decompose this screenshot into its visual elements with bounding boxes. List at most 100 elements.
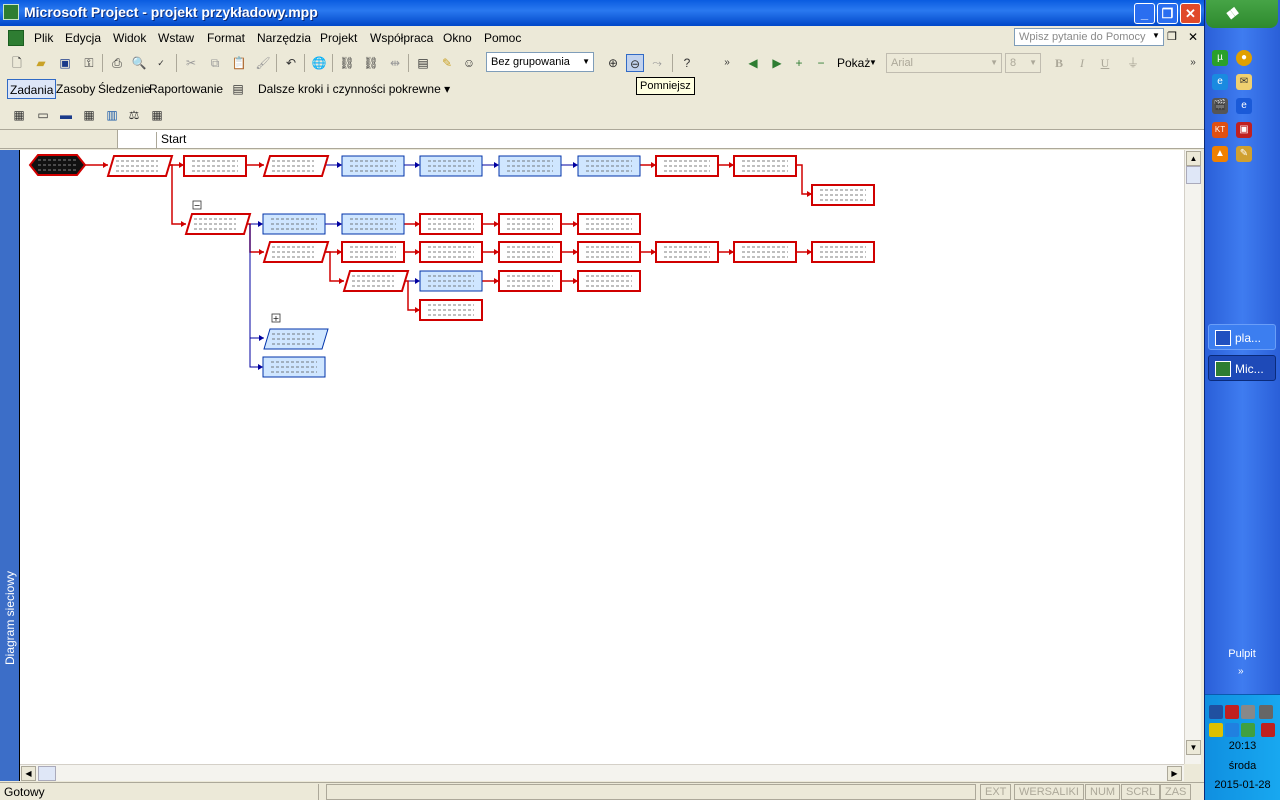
network-diagram-canvas[interactable]: − + <box>20 150 1184 764</box>
bold-button[interactable]: B <box>1050 54 1068 72</box>
open-icon[interactable]: ▰ <box>32 54 50 72</box>
save-icon[interactable]: ▣ <box>56 54 74 72</box>
cut-icon[interactable]: ✂ <box>182 54 200 72</box>
backup-icon[interactable]: ▣ <box>1236 122 1252 138</box>
vertical-scrollbar[interactable]: ▲ ▼ <box>1184 150 1201 764</box>
help-icon[interactable]: ? <box>678 54 696 72</box>
grouping-select[interactable]: Bez grupowania ▼ <box>486 52 594 72</box>
assign-resources-icon[interactable]: ☺ <box>460 54 478 72</box>
chrome-icon[interactable]: ● <box>1236 50 1252 66</box>
task-notes-icon[interactable]: ✎ <box>438 54 456 72</box>
speaker-icon[interactable] <box>1241 705 1255 719</box>
hide-subtasks-icon[interactable]: − <box>812 54 830 72</box>
clock-time[interactable]: 20:13 <box>1205 740 1280 752</box>
vertical-scroll-thumb[interactable] <box>1186 166 1201 184</box>
menu-okno[interactable]: Okno <box>443 31 472 45</box>
show-button[interactable]: Pokaż <box>837 56 870 70</box>
menu-projekt[interactable]: Projekt <box>320 31 357 45</box>
toolbar-overflow-icon-2[interactable]: » <box>1184 54 1202 72</box>
start-button[interactable]: ❖ <box>1206 0 1278 28</box>
menu-plik[interactable]: Plik <box>34 31 53 45</box>
tool-icon[interactable]: ✎ <box>1236 146 1252 162</box>
menu-wstaw[interactable]: Wstaw <box>158 31 194 45</box>
print-preview-icon[interactable]: 🔍 <box>130 54 148 72</box>
chevron-down-icon[interactable]: » <box>1238 666 1244 677</box>
scroll-left-icon[interactable]: ◀ <box>21 766 36 781</box>
minimize-button[interactable]: _ <box>1134 3 1155 24</box>
hide-fields-icon[interactable]: ▦ <box>80 106 98 124</box>
close-button[interactable]: ✕ <box>1180 3 1201 24</box>
clock-day[interactable]: środa <box>1205 760 1280 772</box>
new-icon[interactable]: 🗋 <box>8 54 26 72</box>
layout-icon[interactable]: ▬ <box>57 106 75 124</box>
clock-date[interactable]: 2015-01-28 <box>1205 779 1280 791</box>
filter-icon[interactable]: ⏚ <box>1124 54 1142 72</box>
usb-icon[interactable] <box>1259 705 1273 719</box>
paste-icon[interactable]: 📋 <box>230 54 248 72</box>
menu-pomoc[interactable]: Pomoc <box>484 31 521 45</box>
menu-format[interactable]: Format <box>207 31 245 45</box>
project-app-icon[interactable] <box>3 4 19 20</box>
underline-button[interactable]: U <box>1096 54 1114 72</box>
tab-zadania[interactable]: Zadania <box>7 79 57 99</box>
help-search-input[interactable]: Wpisz pytanie do Pomocy <box>1014 28 1164 46</box>
horizontal-scroll-thumb[interactable] <box>38 766 56 781</box>
horizontal-scrollbar[interactable]: ◀ ▶ <box>20 764 1184 781</box>
menu-widok[interactable]: Widok <box>113 31 146 45</box>
unlink-tasks-icon[interactable]: ⛓ <box>362 54 380 72</box>
show-dropdown-icon[interactable]: ▼ <box>869 58 877 67</box>
kt-icon[interactable]: KT <box>1212 122 1228 138</box>
taskbar-task-project[interactable]: Mic... <box>1208 355 1276 381</box>
zoom-out-icon[interactable]: ⊖ <box>626 54 644 72</box>
movie-maker-icon[interactable]: 🎬 <box>1212 98 1228 114</box>
outdent-icon[interactable]: ◀ <box>744 54 762 72</box>
menu-narzedzia[interactable]: Narzędzia <box>257 31 311 45</box>
document-icon[interactable] <box>8 30 24 46</box>
permission-icon[interactable]: ⚿ <box>80 54 98 72</box>
outlook-express-icon[interactable]: ✉ <box>1236 74 1252 90</box>
table-icon[interactable]: ▦ <box>148 106 166 124</box>
network-error-icon[interactable] <box>1225 705 1239 719</box>
goto-task-icon[interactable]: ⤳ <box>648 54 666 72</box>
entry-bar-input[interactable]: Start <box>156 132 186 148</box>
network-icon[interactable] <box>1209 705 1223 719</box>
link-labels-icon[interactable]: ▥ <box>103 106 121 124</box>
desktop-button[interactable]: Pulpit <box>1208 648 1276 664</box>
restore-button[interactable]: ❐ <box>1157 3 1178 24</box>
show-subtasks-icon[interactable]: + <box>790 54 808 72</box>
ie-icon[interactable]: e <box>1212 74 1228 90</box>
undo-icon[interactable]: ↶ <box>282 54 300 72</box>
update-icon[interactable] <box>1241 723 1255 737</box>
box-styles-icon[interactable]: ▭ <box>34 106 52 124</box>
view-bar[interactable]: Diagram sieciowy <box>0 150 20 781</box>
tab-raportowanie[interactable]: Raportowanie <box>147 79 225 99</box>
print-icon[interactable]: ⎙ <box>108 54 126 72</box>
taskbar-task-word[interactable]: pla... <box>1208 324 1276 350</box>
security-icon[interactable] <box>1209 723 1223 737</box>
copy-icon[interactable]: ⧉ <box>206 54 224 72</box>
doc-close-icon[interactable]: ✕ <box>1188 30 1198 44</box>
vlc-icon[interactable]: ▲ <box>1212 146 1228 162</box>
menu-wspolpraca[interactable]: Współpraca <box>370 31 433 45</box>
next-steps-dropdown[interactable]: Dalsze kroki i czynności pokrewne ▾ <box>256 79 452 99</box>
zoom-in-icon[interactable]: ⊕ <box>604 54 622 72</box>
italic-button[interactable]: I <box>1073 54 1091 72</box>
spelling-icon[interactable]: ✓ <box>152 54 170 72</box>
alert-icon[interactable] <box>1261 723 1275 737</box>
tab-sledzenie[interactable]: Śledzenie <box>96 79 153 99</box>
indent-icon[interactable]: ▶ <box>768 54 786 72</box>
help-dropdown-icon[interactable]: ▼ <box>1152 31 1160 40</box>
font-size-select[interactable]: 8 ▼ <box>1005 53 1041 73</box>
scroll-up-icon[interactable]: ▲ <box>1186 151 1201 166</box>
ie-2-icon[interactable]: e <box>1236 98 1252 114</box>
tab-zasoby[interactable]: Zasoby <box>54 79 97 99</box>
split-task-icon[interactable]: ⇹ <box>386 54 404 72</box>
font-select[interactable]: Arial ▼ <box>886 53 1002 73</box>
doc-restore-icon[interactable]: ❐ <box>1167 30 1177 43</box>
format-painter-icon[interactable]: 🖌 <box>254 54 272 72</box>
toolbar-overflow-icon[interactable]: » <box>718 54 736 72</box>
utorrent-icon[interactable]: µ <box>1212 50 1228 66</box>
display-icon[interactable] <box>1225 723 1239 737</box>
scroll-right-icon[interactable]: ▶ <box>1167 766 1182 781</box>
menu-edycja[interactable]: Edycja <box>65 31 101 45</box>
